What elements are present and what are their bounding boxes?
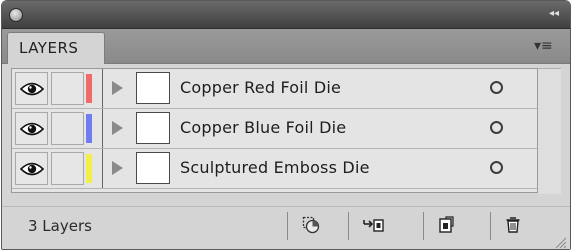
visibility-toggle[interactable] [15, 112, 48, 145]
make-clipping-mask-icon [302, 216, 320, 234]
create-sublayer-icon [363, 219, 384, 232]
layer-thumbnail [136, 72, 170, 104]
target-icon[interactable] [490, 161, 503, 174]
delete-layer-button[interactable] [490, 212, 534, 240]
layer-name[interactable]: Copper Blue Foil Die [180, 109, 346, 148]
layers-panel: ◂◂ LAYERS ▾≡ Copper Red Foil Die Copper … [1, 0, 571, 250]
visibility-toggle[interactable] [15, 152, 48, 185]
layer-name[interactable]: Copper Red Foil Die [180, 69, 341, 108]
eye-icon [20, 82, 44, 96]
layer-color-swatch [86, 114, 92, 143]
resize-grip-icon[interactable] [553, 235, 567, 249]
close-icon[interactable] [9, 8, 23, 22]
column-divider [102, 69, 103, 108]
target-icon[interactable] [490, 81, 503, 94]
eye-icon [20, 162, 44, 176]
expand-triangle-icon[interactable] [112, 81, 123, 95]
layer-color-swatch [86, 74, 92, 103]
expand-triangle-icon[interactable] [112, 161, 123, 175]
tab-layers[interactable]: LAYERS [7, 32, 105, 64]
tab-strip: LAYERS ▾≡ [2, 29, 570, 64]
layer-row[interactable]: Copper Red Foil Die [12, 69, 537, 109]
target-icon[interactable] [490, 121, 503, 134]
layer-thumbnail [136, 112, 170, 144]
column-divider [102, 109, 103, 148]
panel-footer: 3 Layers [2, 206, 570, 249]
create-sublayer-button[interactable] [348, 212, 392, 240]
layer-thumbnail [136, 152, 170, 184]
delete-layer-icon [506, 217, 520, 233]
lock-toggle[interactable] [51, 112, 84, 145]
lock-toggle[interactable] [51, 152, 84, 185]
layer-count: 3 Layers [28, 217, 92, 235]
layer-row[interactable]: Copper Blue Foil Die [12, 109, 537, 149]
panel-titlebar[interactable]: ◂◂ [2, 1, 570, 29]
lock-toggle[interactable] [51, 72, 84, 105]
eye-icon [20, 122, 44, 136]
scrollbar[interactable] [538, 68, 561, 194]
layer-color-swatch [86, 154, 92, 183]
create-new-layer-button[interactable] [423, 212, 467, 240]
expand-triangle-icon[interactable] [112, 121, 123, 135]
make-clipping-mask-button[interactable] [287, 212, 331, 240]
create-new-layer-icon [439, 216, 454, 233]
collapse-icon[interactable]: ◂◂ [546, 7, 562, 21]
column-divider [102, 149, 103, 188]
layers-list: Copper Red Foil Die Copper Blue Foil Die [11, 68, 538, 193]
panel-menu-icon[interactable]: ▾≡ [534, 38, 560, 54]
layer-row[interactable]: Sculptured Emboss Die [12, 149, 537, 189]
visibility-toggle[interactable] [15, 72, 48, 105]
layer-name[interactable]: Sculptured Emboss Die [180, 149, 370, 188]
